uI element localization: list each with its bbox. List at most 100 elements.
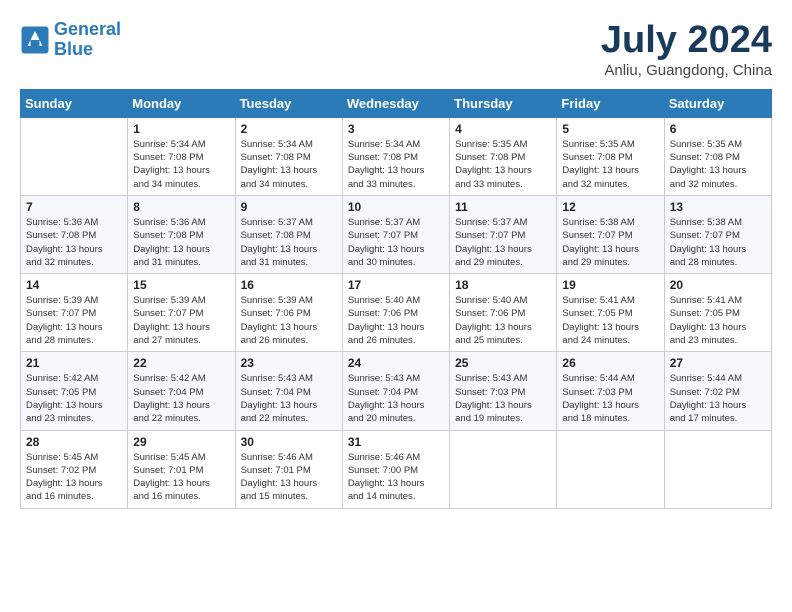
day-number: 4 [455,122,551,136]
day-number: 18 [455,278,551,292]
calendar-cell: 27 Sunrise: 5:44 AM Sunset: 7:02 PM Dayli… [664,352,771,430]
day-info: Sunrise: 5:44 AM Sunset: 7:03 PM Dayligh… [562,372,658,425]
calendar-cell: 14Sunrise: 5:39 AM Sunset: 7:07 PM Dayli… [21,274,128,352]
day-number: 30 [241,435,337,449]
calendar-cell: 11 Sunrise: 5:37 AM Sunset: 7:07 PM Dayli… [450,195,557,273]
calendar-cell: 10 Sunrise: 5:37 AM Sunset: 7:07 PM Dayli… [342,195,449,273]
calendar-cell: 22Sunrise: 5:42 AM Sunset: 7:04 PM Dayli… [128,352,235,430]
weekday-header: Monday [128,89,235,117]
weekday-header: Friday [557,89,664,117]
calendar-cell [664,430,771,508]
day-number: 26 [562,356,658,370]
location-title: Anliu, Guangdong, China [601,62,772,79]
day-info: Sunrise: 5:41 AM Sunset: 7:05 PM Dayligh… [670,294,766,347]
calendar-cell: 31Sunrise: 5:46 AM Sunset: 7:00 PM Dayli… [342,430,449,508]
day-info: Sunrise: 5:37 AM Sunset: 7:07 PM Dayligh… [455,216,551,269]
day-number: 12 [562,200,658,214]
calendar-cell: 19 Sunrise: 5:41 AM Sunset: 7:05 PM Dayli… [557,274,664,352]
day-info: Sunrise: 5:42 AM Sunset: 7:05 PM Dayligh… [26,372,122,425]
day-info: Sunrise: 5:41 AM Sunset: 7:05 PM Dayligh… [562,294,658,347]
calendar-cell [450,430,557,508]
weekday-header: Saturday [664,89,771,117]
day-info: Sunrise: 5:43 AM Sunset: 7:04 PM Dayligh… [241,372,337,425]
day-number: 29 [133,435,229,449]
day-info: Sunrise: 5:40 AM Sunset: 7:06 PM Dayligh… [455,294,551,347]
calendar-cell: 9 Sunrise: 5:37 AM Sunset: 7:08 PM Daylig… [235,195,342,273]
month-title: July 2024 [601,20,772,62]
day-info: Sunrise: 5:36 AM Sunset: 7:08 PM Dayligh… [26,216,122,269]
day-info: Sunrise: 5:45 AM Sunset: 7:02 PM Dayligh… [26,451,122,504]
day-number: 2 [241,122,337,136]
calendar-cell [21,117,128,195]
day-number: 5 [562,122,658,136]
calendar-week-row: 1 Sunrise: 5:34 AM Sunset: 7:08 PM Daylig… [21,117,772,195]
calendar-cell: 12 Sunrise: 5:38 AM Sunset: 7:07 PM Dayli… [557,195,664,273]
day-info: Sunrise: 5:44 AM Sunset: 7:02 PM Dayligh… [670,372,766,425]
logo-line2: Blue [54,39,93,59]
day-number: 11 [455,200,551,214]
calendar-week-row: 21Sunrise: 5:42 AM Sunset: 7:05 PM Dayli… [21,352,772,430]
day-number: 15 [133,278,229,292]
day-info: Sunrise: 5:35 AM Sunset: 7:08 PM Dayligh… [562,138,658,191]
day-number: 17 [348,278,444,292]
day-number: 9 [241,200,337,214]
day-info: Sunrise: 5:38 AM Sunset: 7:07 PM Dayligh… [562,216,658,269]
calendar-cell: 17 Sunrise: 5:40 AM Sunset: 7:06 PM Dayli… [342,274,449,352]
calendar-cell: 18 Sunrise: 5:40 AM Sunset: 7:06 PM Dayli… [450,274,557,352]
day-info: Sunrise: 5:39 AM Sunset: 7:06 PM Dayligh… [241,294,337,347]
day-info: Sunrise: 5:39 AM Sunset: 7:07 PM Dayligh… [133,294,229,347]
day-number: 19 [562,278,658,292]
day-number: 16 [241,278,337,292]
calendar-cell: 1Sunrise: 5:34 AM Sunset: 7:08 PM Daylig… [128,117,235,195]
day-number: 14 [26,278,122,292]
day-info: Sunrise: 5:37 AM Sunset: 7:08 PM Dayligh… [241,216,337,269]
day-info: Sunrise: 5:42 AM Sunset: 7:04 PM Dayligh… [133,372,229,425]
day-number: 6 [670,122,766,136]
day-info: Sunrise: 5:37 AM Sunset: 7:07 PM Dayligh… [348,216,444,269]
day-number: 1 [133,122,229,136]
calendar-cell: 25 Sunrise: 5:43 AM Sunset: 7:03 PM Dayli… [450,352,557,430]
logo: General Blue [20,20,121,60]
calendar-cell: 6 Sunrise: 5:35 AM Sunset: 7:08 PM Daylig… [664,117,771,195]
calendar-cell: 23Sunrise: 5:43 AM Sunset: 7:04 PM Dayli… [235,352,342,430]
calendar-week-row: 28 Sunrise: 5:45 AM Sunset: 7:02 PM Dayli… [21,430,772,508]
calendar-cell: 28 Sunrise: 5:45 AM Sunset: 7:02 PM Dayli… [21,430,128,508]
day-info: Sunrise: 5:36 AM Sunset: 7:08 PM Dayligh… [133,216,229,269]
day-info: Sunrise: 5:34 AM Sunset: 7:08 PM Dayligh… [241,138,337,191]
calendar-cell: 24Sunrise: 5:43 AM Sunset: 7:04 PM Dayli… [342,352,449,430]
calendar-cell: 4 Sunrise: 5:35 AM Sunset: 7:08 PM Daylig… [450,117,557,195]
calendar-cell: 7Sunrise: 5:36 AM Sunset: 7:08 PM Daylig… [21,195,128,273]
calendar-cell: 20 Sunrise: 5:41 AM Sunset: 7:05 PM Dayli… [664,274,771,352]
day-number: 28 [26,435,122,449]
logo-line1: General [54,19,121,39]
day-info: Sunrise: 5:38 AM Sunset: 7:07 PM Dayligh… [670,216,766,269]
calendar-header-row: SundayMondayTuesdayWednesdayThursdayFrid… [21,89,772,117]
calendar-table: SundayMondayTuesdayWednesdayThursdayFrid… [20,89,772,509]
day-info: Sunrise: 5:40 AM Sunset: 7:06 PM Dayligh… [348,294,444,347]
day-number: 10 [348,200,444,214]
calendar-cell: 30Sunrise: 5:46 AM Sunset: 7:01 PM Dayli… [235,430,342,508]
weekday-header: Tuesday [235,89,342,117]
day-number: 27 [670,356,766,370]
day-info: Sunrise: 5:35 AM Sunset: 7:08 PM Dayligh… [670,138,766,191]
day-info: Sunrise: 5:43 AM Sunset: 7:03 PM Dayligh… [455,372,551,425]
day-info: Sunrise: 5:35 AM Sunset: 7:08 PM Dayligh… [455,138,551,191]
logo-icon [20,25,50,55]
day-number: 20 [670,278,766,292]
day-number: 31 [348,435,444,449]
day-info: Sunrise: 5:43 AM Sunset: 7:04 PM Dayligh… [348,372,444,425]
calendar-week-row: 14 Sunrise: 5:39 AM Sunset: 7:07 PM Dayli… [21,274,772,352]
calendar-cell: 13 Sunrise: 5:38 AM Sunset: 7:07 PM Dayli… [664,195,771,273]
title-block: July 2024 Anliu, Guangdong, China [601,20,772,79]
weekday-header: Thursday [450,89,557,117]
calendar-cell: 5 Sunrise: 5:35 AM Sunset: 7:08 PM Daylig… [557,117,664,195]
weekday-header: Wednesday [342,89,449,117]
calendar-cell: 16 Sunrise: 5:39 AM Sunset: 7:06 PM Dayli… [235,274,342,352]
calendar-cell: 29Sunrise: 5:45 AM Sunset: 7:01 PM Dayli… [128,430,235,508]
calendar-cell [557,430,664,508]
logo-text: General Blue [54,20,121,60]
calendar-cell: 15 Sunrise: 5:39 AM Sunset: 7:07 PM Dayli… [128,274,235,352]
day-number: 13 [670,200,766,214]
weekday-header: Sunday [21,89,128,117]
day-number: 25 [455,356,551,370]
